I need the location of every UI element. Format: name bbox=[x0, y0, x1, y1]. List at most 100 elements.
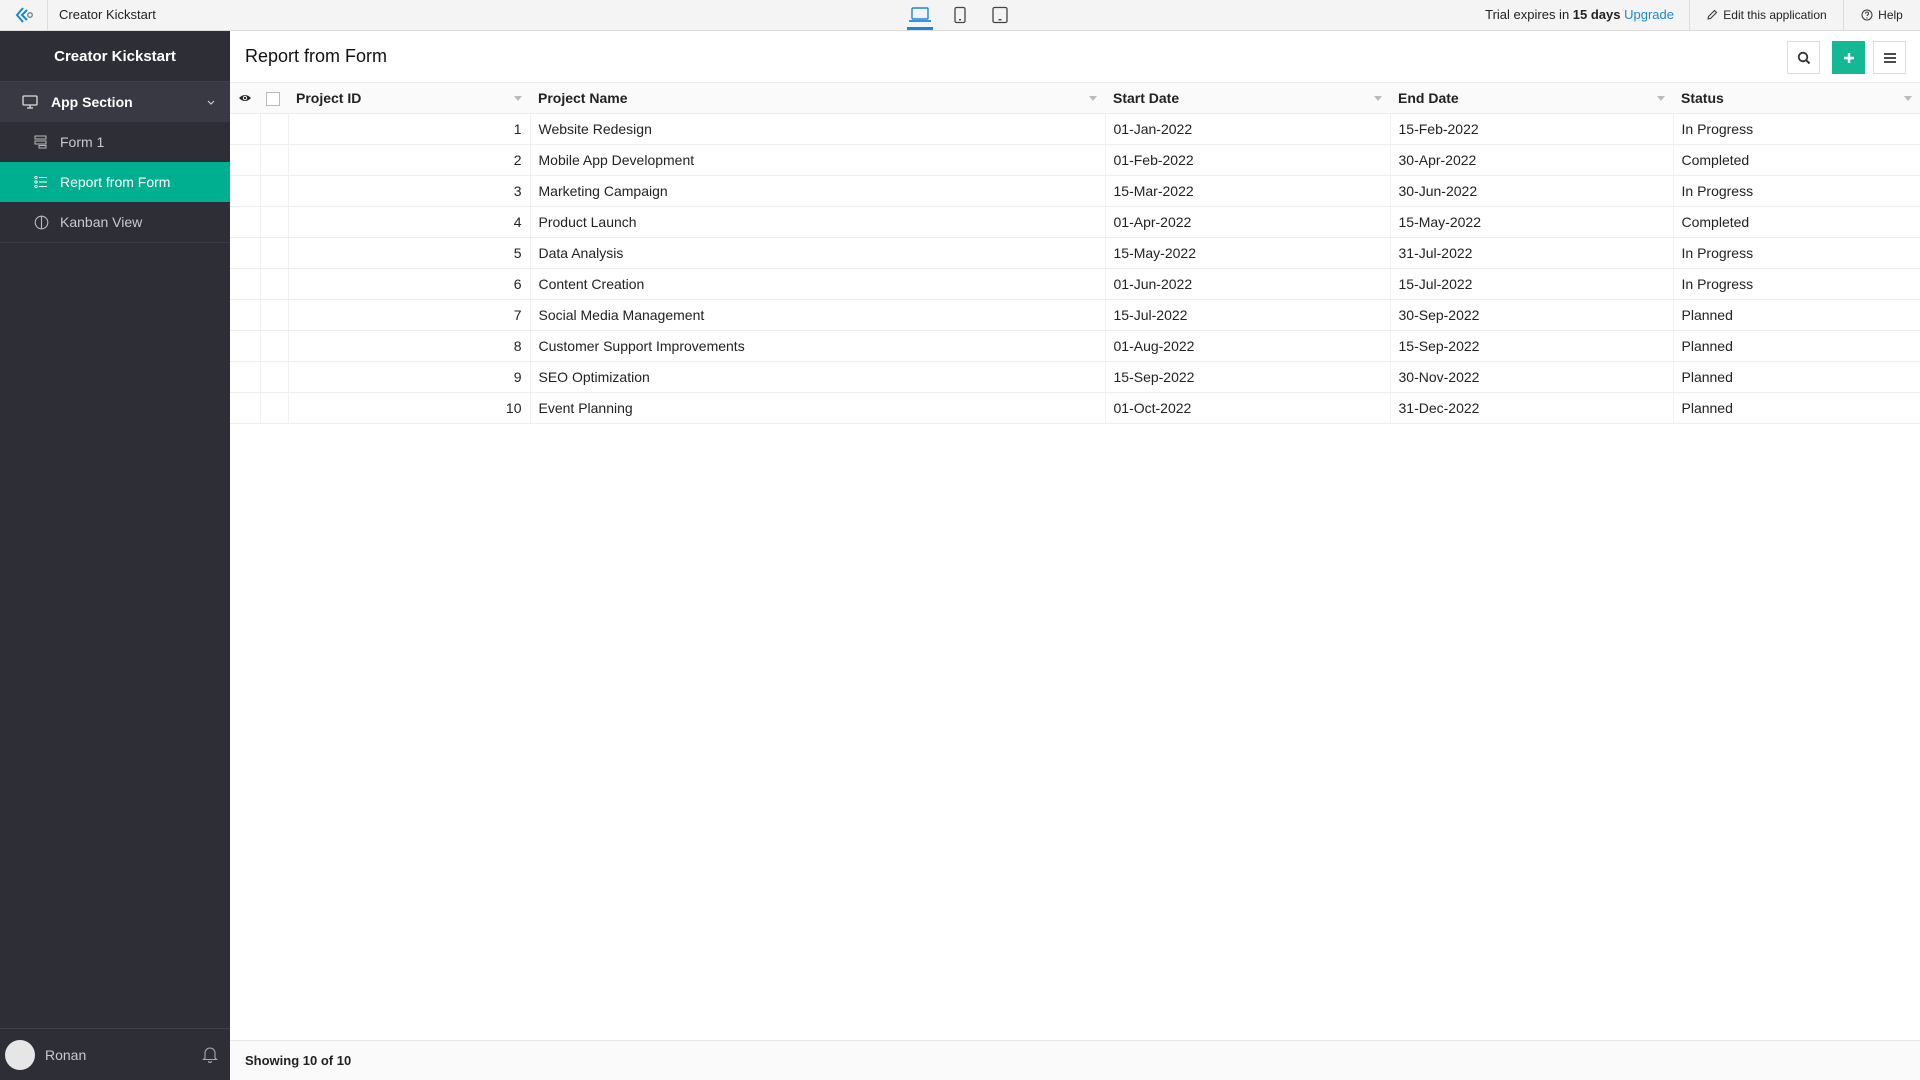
column-header-project-id[interactable]: Project ID bbox=[288, 82, 530, 114]
cell-end-date: 15-Jul-2022 bbox=[1390, 268, 1674, 300]
row-select-cell[interactable] bbox=[260, 299, 289, 331]
cell-project-name: Mobile App Development bbox=[530, 144, 1106, 176]
sidebar-item-form-1[interactable]: Form 1 bbox=[0, 122, 230, 162]
more-menu-button[interactable] bbox=[1873, 41, 1906, 74]
cell-project-id: 5 bbox=[288, 237, 531, 269]
row-view-cell[interactable] bbox=[230, 175, 261, 207]
cell-project-name: Product Launch bbox=[530, 206, 1106, 238]
row-select-cell[interactable] bbox=[260, 330, 289, 362]
table-row[interactable]: 5 Data Analysis 15-May-2022 31-Jul-2022 In P… bbox=[230, 237, 1920, 269]
column-visibility-header[interactable] bbox=[230, 82, 260, 114]
table-row[interactable]: 8 Customer Support Improvements 01-Aug-202… bbox=[230, 330, 1920, 362]
bell-icon[interactable] bbox=[202, 1045, 218, 1068]
desktop-view-button[interactable] bbox=[900, 0, 940, 30]
cell-status: In Progress bbox=[1673, 237, 1920, 269]
cell-project-id: 9 bbox=[288, 361, 531, 393]
table-row[interactable]: 10 Event Planning 01-Oct-2022 31-Dec-2022 Pl… bbox=[230, 392, 1920, 424]
table-row[interactable]: 3 Marketing Campaign 15-Mar-2022 30-Jun-202… bbox=[230, 175, 1920, 207]
cell-status: Planned bbox=[1673, 361, 1920, 393]
row-select-cell[interactable] bbox=[260, 175, 289, 207]
row-view-cell[interactable] bbox=[230, 206, 261, 238]
column-header-project-name[interactable]: Project Name bbox=[530, 82, 1105, 114]
table-row[interactable]: 2 Mobile App Development 01-Feb-2022 30-Apr… bbox=[230, 144, 1920, 176]
column-header-start-date[interactable]: Start Date bbox=[1105, 82, 1390, 114]
row-view-cell[interactable] bbox=[230, 113, 261, 145]
row-view-cell[interactable] bbox=[230, 268, 261, 300]
table-row[interactable]: 1 Website Redesign 01-Jan-2022 15-Feb-2022 I… bbox=[230, 113, 1920, 145]
add-record-button[interactable] bbox=[1832, 41, 1865, 74]
chevron-down-icon[interactable] bbox=[206, 94, 216, 110]
sort-caret-icon[interactable] bbox=[1657, 96, 1665, 101]
cell-end-date: 15-Feb-2022 bbox=[1390, 113, 1674, 145]
edit-application-button[interactable]: Edit this application bbox=[1689, 0, 1844, 30]
row-select-cell[interactable] bbox=[260, 361, 289, 393]
row-view-cell[interactable] bbox=[230, 144, 261, 176]
row-select-cell[interactable] bbox=[260, 237, 289, 269]
cell-start-date: 01-Feb-2022 bbox=[1105, 144, 1391, 176]
main-content: Report from Form Project ID Project Name… bbox=[230, 31, 1920, 1080]
cell-project-name: Marketing Campaign bbox=[530, 175, 1106, 207]
cell-project-name: SEO Optimization bbox=[530, 361, 1106, 393]
phone-icon bbox=[954, 6, 966, 24]
table-row[interactable]: 9 SEO Optimization 15-Sep-2022 30-Nov-2022 P… bbox=[230, 361, 1920, 393]
column-header-label: Status bbox=[1681, 90, 1724, 106]
monitor-icon bbox=[22, 94, 40, 110]
help-label: Help bbox=[1878, 8, 1903, 22]
help-button[interactable]: Help bbox=[1844, 0, 1920, 30]
column-header-label: End Date bbox=[1398, 90, 1459, 106]
cell-end-date: 31-Jul-2022 bbox=[1390, 237, 1674, 269]
sort-caret-icon[interactable] bbox=[1904, 96, 1912, 101]
app-logo[interactable] bbox=[0, 0, 48, 30]
cell-start-date: 01-Oct-2022 bbox=[1105, 392, 1391, 424]
cell-start-date: 15-Jul-2022 bbox=[1105, 299, 1391, 331]
cell-end-date: 30-Jun-2022 bbox=[1390, 175, 1674, 207]
row-view-cell[interactable] bbox=[230, 392, 261, 424]
upgrade-link[interactable]: Upgrade bbox=[1624, 7, 1674, 22]
sort-caret-icon[interactable] bbox=[1374, 96, 1382, 101]
cell-status: Planned bbox=[1673, 392, 1920, 424]
cell-project-id: 3 bbox=[288, 175, 531, 207]
row-select-cell[interactable] bbox=[260, 392, 289, 424]
user-panel: Ronan bbox=[0, 1028, 230, 1080]
cell-status: In Progress bbox=[1673, 175, 1920, 207]
sort-caret-icon[interactable] bbox=[1089, 96, 1097, 101]
cell-end-date: 30-Apr-2022 bbox=[1390, 144, 1674, 176]
row-select-cell[interactable] bbox=[260, 268, 289, 300]
table-row[interactable]: 4 Product Launch 01-Apr-2022 15-May-2022 Com… bbox=[230, 206, 1920, 238]
cell-status: Completed bbox=[1673, 206, 1920, 238]
cell-start-date: 01-Jan-2022 bbox=[1105, 113, 1391, 145]
cell-project-name: Data Analysis bbox=[530, 237, 1106, 269]
sidebar-item-label: Kanban View bbox=[60, 214, 143, 230]
row-select-cell[interactable] bbox=[260, 206, 289, 238]
table-row[interactable]: 6 Content Creation 01-Jun-2022 15-Jul-2022 I… bbox=[230, 268, 1920, 300]
row-select-cell[interactable] bbox=[260, 144, 289, 176]
row-view-cell[interactable] bbox=[230, 237, 261, 269]
table-row[interactable]: 7 Social Media Management 15-Jul-2022 30-Se… bbox=[230, 299, 1920, 331]
cell-start-date: 15-Mar-2022 bbox=[1105, 175, 1391, 207]
cell-status: In Progress bbox=[1673, 113, 1920, 145]
search-button[interactable] bbox=[1787, 41, 1820, 74]
sidebar-item-report-from-form[interactable]: Report from Form bbox=[0, 162, 230, 202]
sort-caret-icon[interactable] bbox=[514, 96, 522, 101]
sidebar-item-kanban-view[interactable]: Kanban View bbox=[0, 202, 230, 242]
record-count-footer: Showing 10 of 10 bbox=[230, 1040, 1920, 1080]
column-header-end-date[interactable]: End Date bbox=[1390, 82, 1673, 114]
sidebar-item-label: Form 1 bbox=[60, 134, 105, 150]
cell-project-id: 6 bbox=[288, 268, 531, 300]
mobile-view-button[interactable] bbox=[980, 0, 1020, 30]
tablet-view-button[interactable] bbox=[940, 0, 980, 30]
column-header-status[interactable]: Status bbox=[1673, 82, 1920, 114]
trial-notice: Trial expires in 15 days Upgrade bbox=[1485, 0, 1674, 30]
cell-start-date: 01-Aug-2022 bbox=[1105, 330, 1391, 362]
select-all-header[interactable] bbox=[260, 82, 288, 114]
avatar[interactable] bbox=[5, 1039, 35, 1070]
row-view-cell[interactable] bbox=[230, 299, 261, 331]
list-report-icon bbox=[33, 174, 49, 190]
cell-start-date: 15-Sep-2022 bbox=[1105, 361, 1391, 393]
row-select-cell[interactable] bbox=[260, 113, 289, 145]
sidebar-section-app-section[interactable]: App Section bbox=[0, 82, 230, 122]
row-view-cell[interactable] bbox=[230, 330, 261, 362]
cell-status: Planned bbox=[1673, 330, 1920, 362]
select-all-checkbox[interactable] bbox=[266, 92, 280, 107]
row-view-cell[interactable] bbox=[230, 361, 261, 393]
